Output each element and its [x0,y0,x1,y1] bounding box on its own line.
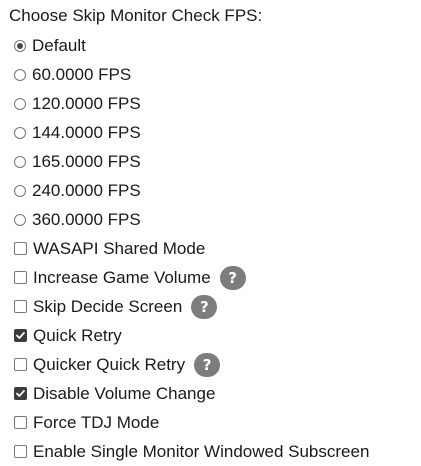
increase-game-volume-label: Increase Game Volume [33,267,211,287]
skip-decide-screen-option[interactable]: Skip Decide Screen ? [14,292,414,321]
quick-retry-checkbox[interactable] [14,329,27,342]
fps-heading: Choose Skip Monitor Check FPS: [9,6,263,25]
wasapi-shared-mode-label: WASAPI Shared Mode [33,238,206,258]
fps-option-120[interactable]: 120.0000 FPS [14,89,414,118]
increase-game-volume-checkbox[interactable] [14,271,27,284]
wasapi-shared-mode-option[interactable]: WASAPI Shared Mode [14,234,414,263]
quicker-quick-retry-label: Quicker Quick Retry [33,354,186,374]
single-monitor-subscreen-checkbox[interactable] [14,445,27,458]
fps-option-label: 144.0000 FPS [32,122,141,142]
quicker-quick-retry-checkbox[interactable] [14,358,27,371]
disable-volume-change-label: Disable Volume Change [33,383,216,403]
disable-volume-change-checkbox[interactable] [14,387,27,400]
help-icon[interactable]: ? [194,352,221,377]
fps-option-label: 165.0000 FPS [32,151,141,171]
force-tdj-mode-checkbox[interactable] [14,416,27,429]
fps-option-label: Default [32,35,86,55]
fps-option-default[interactable]: Default [14,31,414,60]
wasapi-shared-mode-checkbox[interactable] [14,242,27,255]
help-icon[interactable]: ? [191,294,218,319]
fps-option-label: 240.0000 FPS [32,180,141,200]
force-tdj-mode-option[interactable]: Force TDJ Mode [14,408,414,437]
radio-240[interactable] [14,184,26,197]
quick-retry-option[interactable]: Quick Retry [14,321,414,350]
fps-option-60[interactable]: 60.0000 FPS [14,60,414,89]
fps-option-360[interactable]: 360.0000 FPS [14,205,414,234]
options-list: Default 60.0000 FPS 120.0000 FPS 144.000… [14,31,414,466]
fps-option-240[interactable]: 240.0000 FPS [14,176,414,205]
fps-option-label: 360.0000 FPS [32,209,141,229]
skip-decide-screen-label: Skip Decide Screen [33,296,183,316]
skip-decide-screen-checkbox[interactable] [14,300,27,313]
checkmark-icon [16,389,25,397]
force-tdj-mode-label: Force TDJ Mode [33,412,160,432]
radio-165[interactable] [14,155,26,168]
fps-option-label: 120.0000 FPS [32,93,141,113]
fps-option-165[interactable]: 165.0000 FPS [14,147,414,176]
quick-retry-label: Quick Retry [33,325,122,345]
radio-360[interactable] [14,213,26,226]
radio-120[interactable] [14,97,26,110]
increase-game-volume-option[interactable]: Increase Game Volume ? [14,263,414,292]
disable-volume-change-option[interactable]: Disable Volume Change [14,379,414,408]
quicker-quick-retry-option[interactable]: Quicker Quick Retry ? [14,350,414,379]
fps-option-label: 60.0000 FPS [32,64,132,84]
single-monitor-subscreen-label: Enable Single Monitor Windowed Subscreen [33,441,370,461]
radio-144[interactable] [14,126,26,139]
single-monitor-subscreen-option[interactable]: Enable Single Monitor Windowed Subscreen [14,437,414,466]
checkmark-icon [16,331,25,339]
radio-60[interactable] [14,68,26,81]
help-icon[interactable]: ? [219,265,246,290]
radio-default[interactable] [14,39,26,52]
fps-option-144[interactable]: 144.0000 FPS [14,118,414,147]
